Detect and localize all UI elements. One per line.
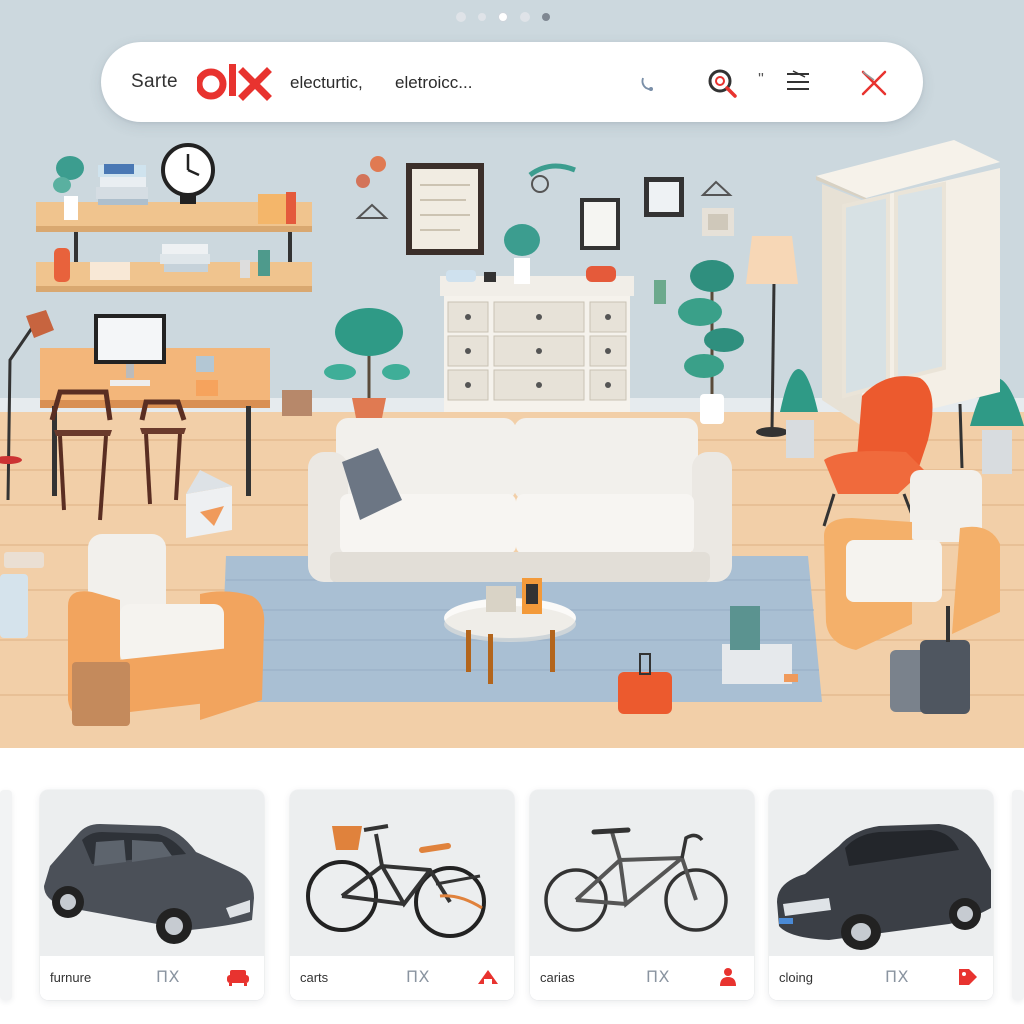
close-icon[interactable]	[857, 66, 891, 100]
tag-icon	[959, 969, 977, 985]
sofa	[308, 418, 732, 582]
brand-mark: ΠX	[885, 967, 909, 986]
carousel-dot-1[interactable]	[456, 12, 466, 22]
category-card-partial-left[interactable]	[0, 790, 12, 1000]
carousel-dot-3-active[interactable]	[498, 12, 508, 22]
sofa-icon	[227, 970, 249, 986]
quote-glyph: "	[758, 71, 764, 88]
person-icon	[720, 968, 736, 986]
search-bar[interactable]: Sarte electurtic, eletroicc... "	[101, 42, 923, 122]
category-card-2[interactable]: carts ΠX	[290, 790, 514, 1000]
category-image-bicycle	[290, 790, 514, 956]
home-icon	[478, 970, 498, 985]
category-label: carias	[540, 970, 575, 985]
filter-icon[interactable]	[785, 68, 811, 94]
microphone-icon[interactable]	[637, 72, 659, 94]
category-label: furnure	[50, 970, 92, 985]
category-card-4[interactable]: cloing ΠX	[769, 790, 993, 1000]
search-leading-text: Sarte	[131, 71, 178, 92]
category-image-car	[40, 790, 264, 956]
carousel-dot-5[interactable]	[542, 13, 550, 21]
category-carousel: furnure ΠX carts ΠX carias ΠX cloing ΠX	[0, 748, 1024, 1024]
category-card-partial-right[interactable]	[1012, 790, 1024, 1000]
brand-mark: ΠX	[406, 967, 430, 986]
category-card-3[interactable]: carias ΠX	[530, 790, 754, 1000]
search-query-part-1[interactable]: electurtic,	[290, 73, 363, 93]
category-card-1[interactable]: furnure ΠX	[40, 790, 264, 1000]
brand-mark: ΠX	[646, 967, 670, 986]
carousel-dot-2[interactable]	[478, 13, 486, 21]
brand-mark: ΠX	[156, 967, 180, 986]
carousel-dots	[456, 12, 550, 22]
category-label: cloing	[779, 970, 813, 985]
search-icon[interactable]	[705, 66, 739, 100]
olx-logo[interactable]	[197, 62, 275, 104]
category-image-sedan	[769, 790, 993, 956]
carousel-dot-4[interactable]	[520, 12, 530, 22]
category-label: carts	[300, 970, 329, 985]
category-image-road-bike	[530, 790, 754, 956]
search-query-part-2[interactable]: eletroicc...	[395, 73, 472, 93]
